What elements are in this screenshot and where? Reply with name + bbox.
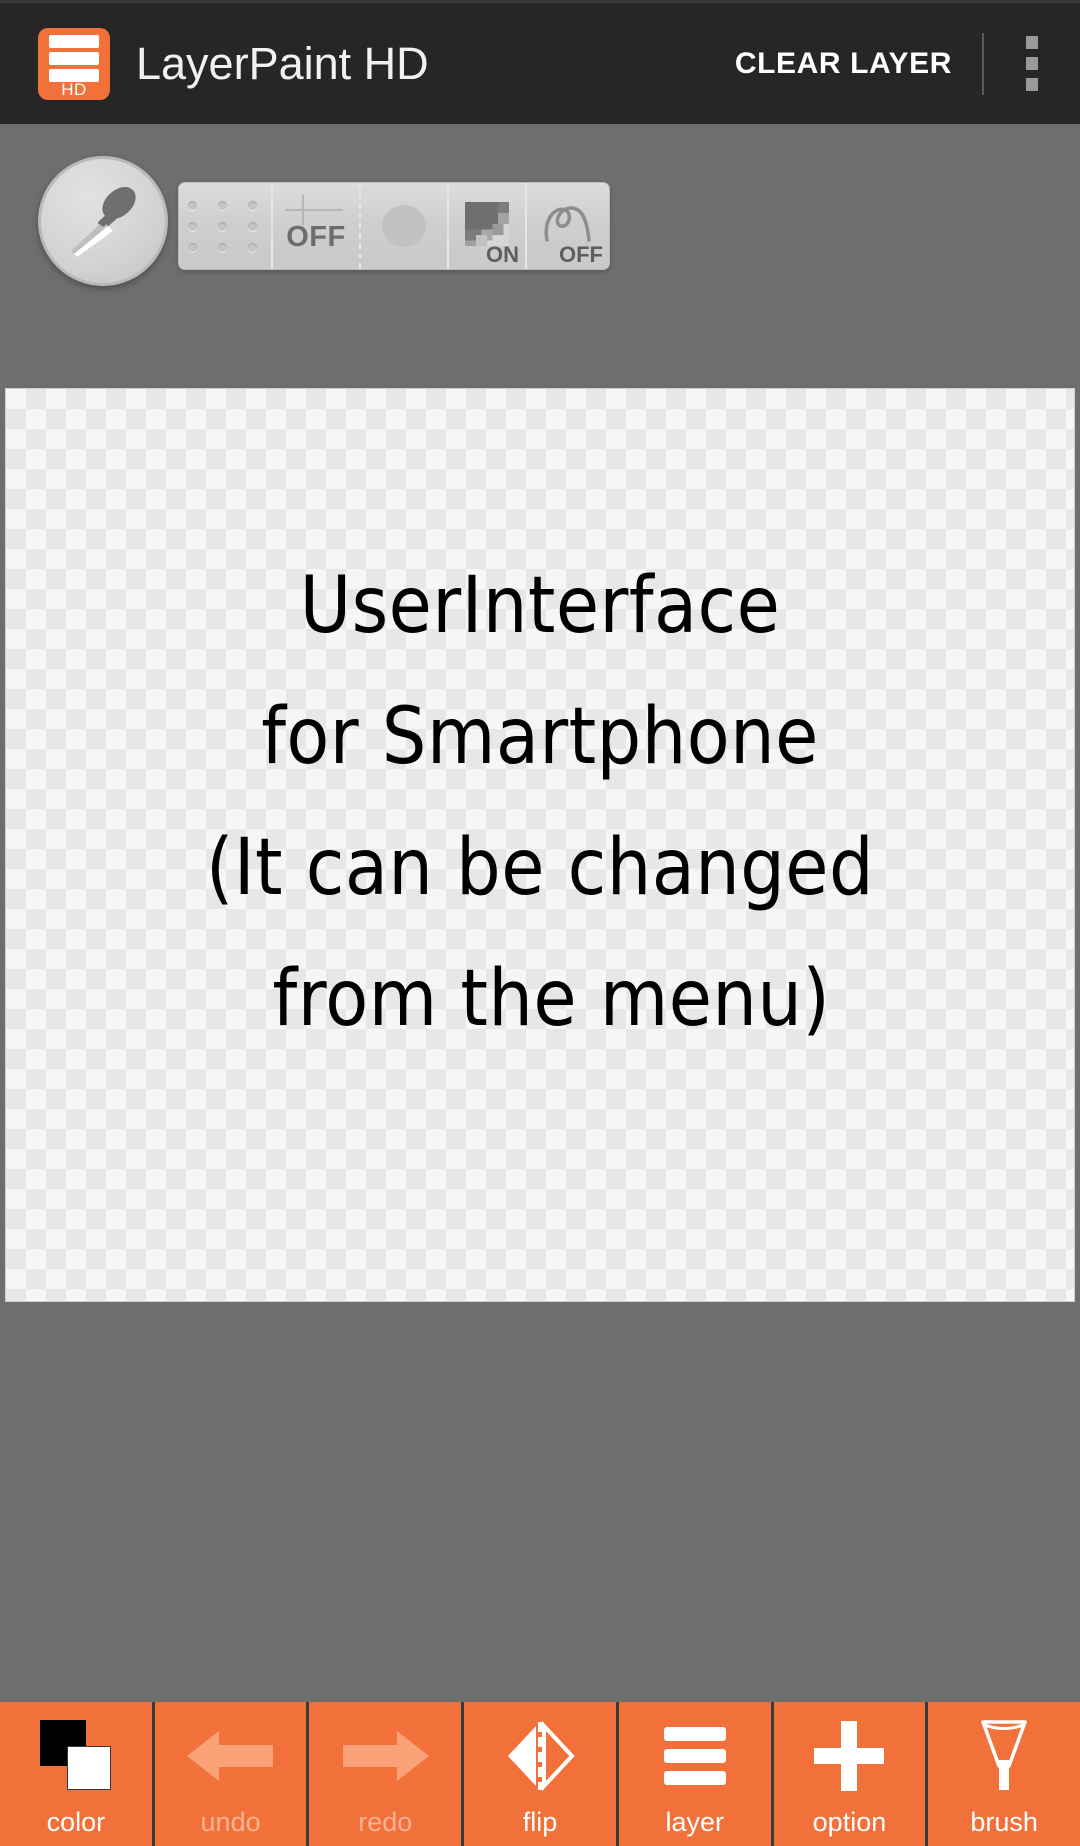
drawing-canvas[interactable]: UserInterface for Smartphone (It can be … [6, 389, 1074, 1301]
arrow-right-icon [339, 1718, 431, 1794]
eyedropper-icon [51, 169, 155, 273]
canvas-text-content: UserInterface for Smartphone (It can be … [205, 561, 875, 1044]
crosshair-icon [285, 195, 343, 225]
stroke-correction-toggle[interactable]: OFF [525, 183, 609, 269]
color-button-label: color [46, 1807, 106, 1837]
antialias-toggle[interactable]: ON [447, 183, 525, 269]
plus-icon [810, 1718, 888, 1794]
grid-dots-icon [188, 200, 262, 252]
bottom-toolbar: color undo redo flip layer option brush [0, 1702, 1080, 1846]
app-icon-badge: HD [61, 79, 87, 99]
checker-gradient-icon [465, 202, 509, 246]
layer-bar [663, 1727, 726, 1741]
layer-button-label: layer [665, 1807, 724, 1837]
blur-toggle[interactable] [359, 183, 447, 269]
layers-icon [663, 1718, 726, 1794]
app-header: HD LayerPaint HD CLEAR LAYER [0, 0, 1080, 124]
brush-icon [971, 1718, 1037, 1794]
overflow-dot [1026, 36, 1038, 49]
antialias-state-label: ON [486, 242, 519, 267]
layerpaint-app-icon: HD [38, 27, 110, 100]
layer-bar [663, 1749, 726, 1763]
overflow-dot [1026, 78, 1038, 91]
mirror-flip-icon [498, 1718, 582, 1794]
flip-button-label: flip [522, 1807, 558, 1837]
redo-button-label: redo [358, 1807, 413, 1837]
brush-button[interactable]: brush [928, 1702, 1080, 1846]
eyedropper-button[interactable] [38, 156, 168, 286]
color-swatch-icon [39, 1718, 112, 1794]
undo-button-label: undo [200, 1807, 261, 1837]
background-color-swatch [66, 1746, 111, 1790]
overflow-menu-icon[interactable] [984, 2, 1080, 126]
undo-button[interactable]: undo [154, 1702, 307, 1846]
app-title: LayerPaint HD [136, 37, 429, 89]
app-icon-bar [49, 51, 99, 65]
workspace: OFF ON OFF UserInterface for Smartphone … [0, 124, 1080, 1702]
stroke-curve-icon [544, 206, 591, 242]
grid-dots-toggle[interactable] [179, 183, 271, 269]
arrow-left-icon [185, 1718, 277, 1794]
flip-button[interactable]: flip [464, 1702, 616, 1846]
clear-layer-button[interactable]: CLEAR LAYER [731, 33, 956, 95]
redo-button[interactable]: redo [309, 1702, 462, 1846]
layer-button[interactable]: layer [618, 1702, 771, 1846]
mode-toolbar: OFF ON OFF [178, 182, 610, 270]
crosshair-toggle[interactable]: OFF [271, 183, 359, 269]
crosshair-state-label: OFF [286, 220, 346, 253]
stroke-state-label: OFF [559, 242, 603, 267]
brush-button-label: brush [970, 1807, 1038, 1837]
app-icon-bar [49, 34, 99, 48]
layer-bar [663, 1771, 726, 1785]
color-button[interactable]: color [0, 1702, 152, 1846]
overflow-dot [1026, 57, 1038, 70]
blur-dot-icon [382, 205, 426, 247]
option-button-label: option [812, 1807, 887, 1837]
option-button[interactable]: option [773, 1702, 926, 1846]
